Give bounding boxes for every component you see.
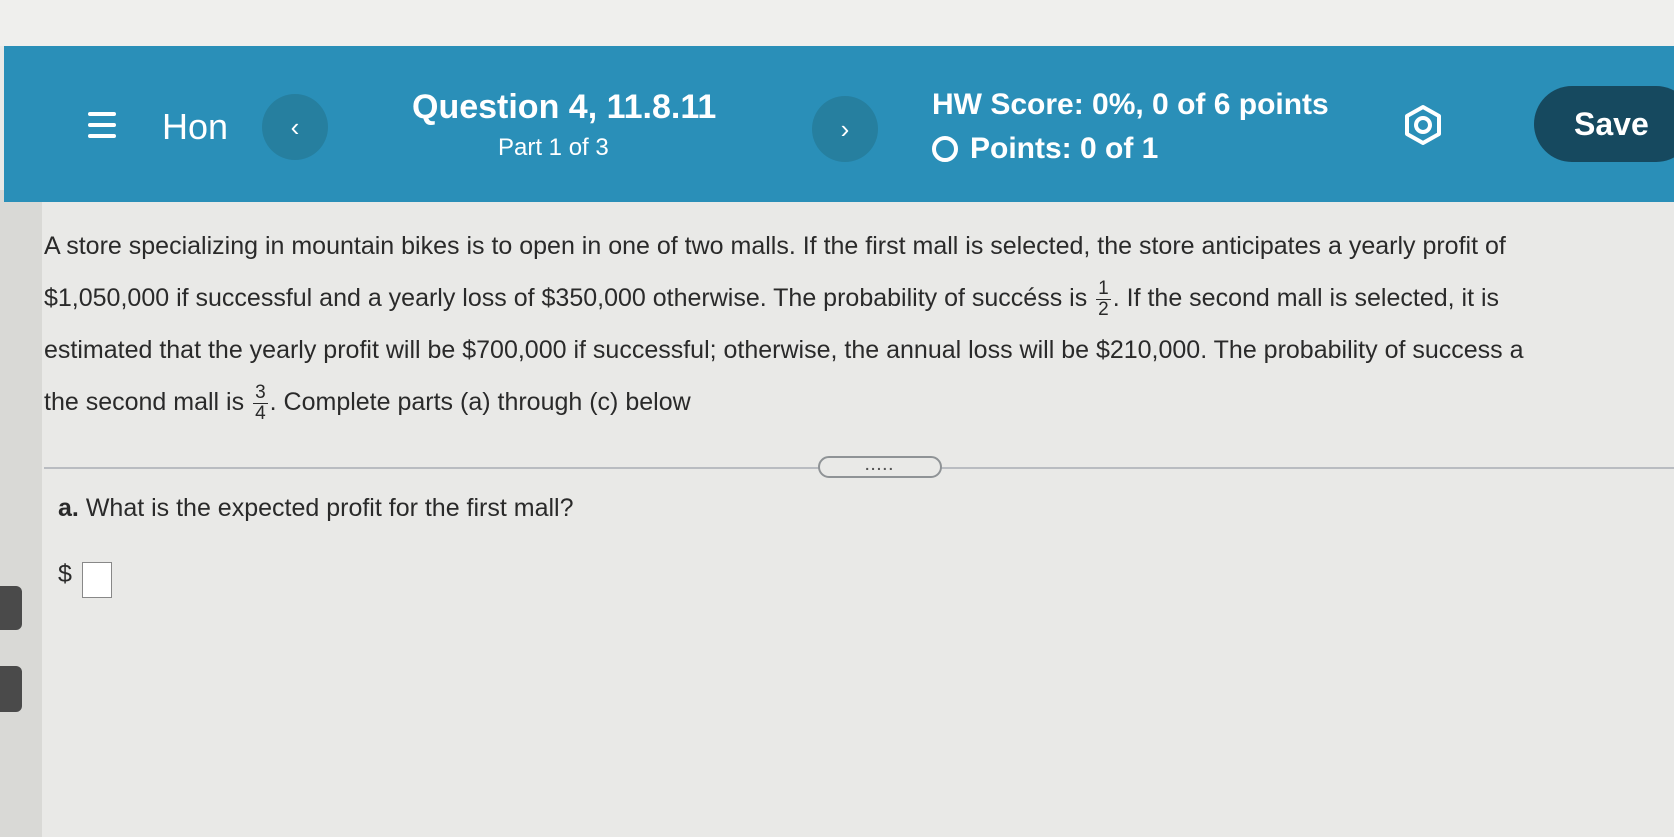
part-a-prompt: a. What is the expected profit for the f… (58, 494, 574, 523)
sidebar-tab[interactable] (0, 666, 22, 712)
currency-symbol: $ (58, 560, 72, 588)
question-title: Question 4, 11.8.11 (412, 88, 717, 126)
gear-icon[interactable] (1402, 104, 1444, 146)
question-line: A store specializing in mountain bikes i… (44, 232, 1506, 260)
points-status: Points: 0 of 1 (932, 132, 1158, 166)
status-circle-icon (932, 136, 958, 162)
part-a-label: a. (58, 494, 79, 522)
answer-input[interactable] (82, 562, 112, 598)
question-header: Hon ‹ Question 4, 11.8.11 Part 1 of 3 › … (4, 46, 1674, 202)
chevron-right-icon: › (840, 113, 850, 144)
hw-score: HW Score: 0%, 0 of 6 points (932, 88, 1329, 121)
left-sidebar-edge (0, 190, 42, 837)
question-text: A store specializing in mountain bikes i… (44, 220, 1674, 428)
home-link[interactable]: Hon (162, 106, 228, 148)
question-line: $1,050,000 if successful and a yearly lo… (44, 277, 1500, 320)
next-question-button[interactable]: › (812, 96, 878, 162)
part-a-text: What is the expected profit for the firs… (85, 494, 574, 522)
question-part: Part 1 of 3 (498, 134, 609, 161)
hamburger-menu-icon[interactable] (88, 112, 116, 138)
sidebar-tab[interactable] (0, 586, 22, 630)
previous-question-button[interactable]: ‹ (262, 94, 328, 160)
question-line: estimated that the yearly profit will be… (44, 336, 1524, 364)
save-button[interactable]: Save (1534, 86, 1674, 162)
question-line: the second mall is 3 4 . Complete parts … (44, 381, 691, 424)
fraction-one-half: 1 2 (1096, 277, 1111, 320)
expand-handle[interactable]: ..... (818, 456, 942, 478)
points-text: Points: 0 of 1 (970, 132, 1159, 165)
chevron-left-icon: ‹ (290, 111, 300, 142)
fraction-three-quarters: 3 4 (253, 381, 268, 424)
top-strip (0, 0, 1674, 46)
